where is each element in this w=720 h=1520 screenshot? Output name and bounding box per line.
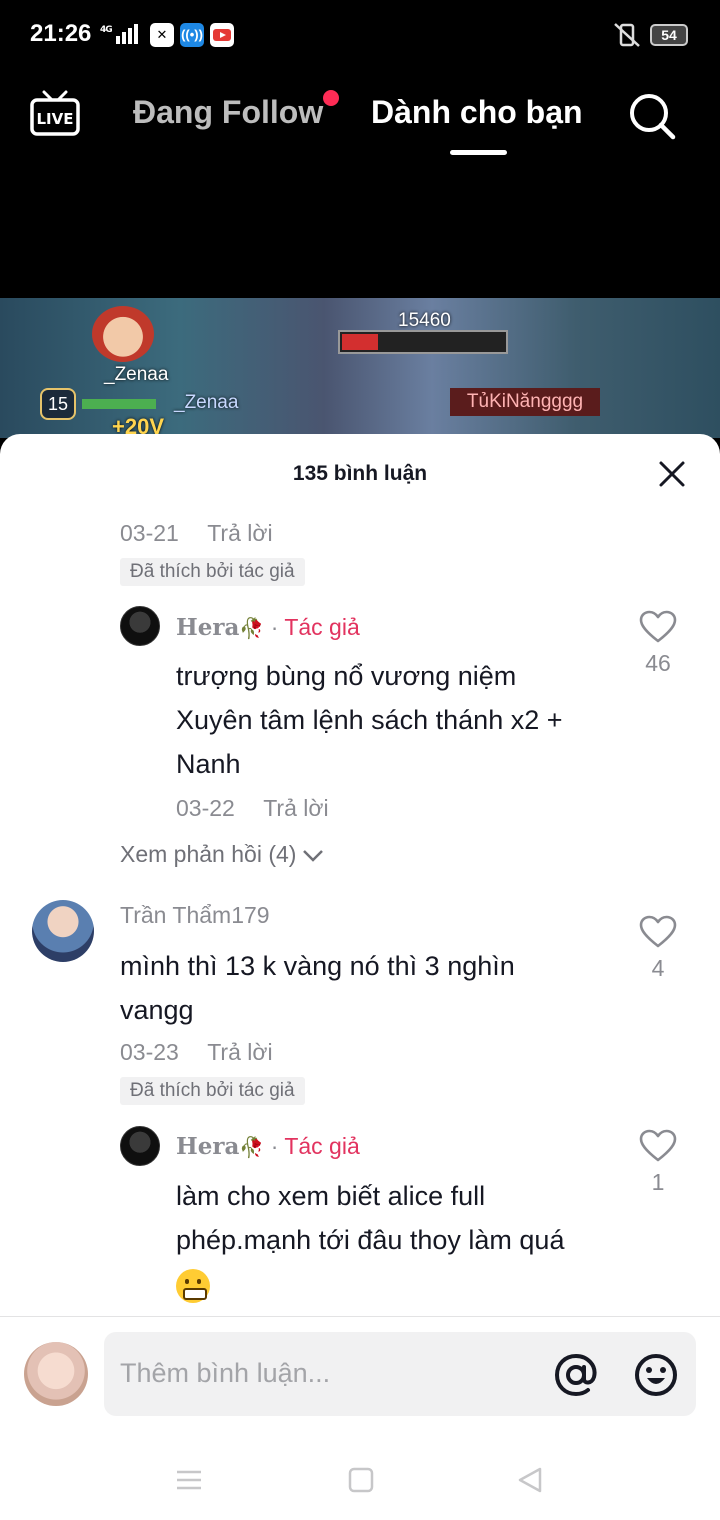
my-avatar <box>24 1342 88 1406</box>
boss-hp-value: 15460 <box>398 310 451 331</box>
comment-text: làm cho xem biết alice full phép.mạnh tớ… <box>176 1174 564 1306</box>
like-count: 4 <box>651 955 665 981</box>
comment-meta: 03-21 Trả lời <box>120 520 273 547</box>
comment-username[interactable]: Hera🥀 · Tác giả <box>176 614 360 641</box>
like-count: 46 <box>645 650 671 676</box>
avatar[interactable] <box>120 606 160 646</box>
comment-meta: 03-22 Trả lời <box>176 795 329 822</box>
level-badge: 15 <box>40 388 76 420</box>
divider <box>0 1316 720 1317</box>
vibrate-mute-icon <box>612 22 642 54</box>
avatar[interactable] <box>120 1126 160 1166</box>
comment-text: trượng bùng nổ vương niệm Xuyên tâm lệnh… <box>176 661 563 779</box>
like-button[interactable]: 1 <box>638 1129 678 1196</box>
youtube-icon <box>210 23 234 47</box>
like-button[interactable]: 46 <box>638 610 678 677</box>
mention-button[interactable] <box>554 1353 598 1397</box>
reply-button[interactable]: Trả lời <box>207 520 272 546</box>
heart-icon <box>639 1129 677 1162</box>
smiley-icon <box>635 1354 677 1396</box>
svg-text:LIVE: LIVE <box>37 110 74 128</box>
like-count: 1 <box>651 1169 665 1195</box>
at-sign-icon <box>554 1353 597 1397</box>
tab-following[interactable]: Đang Follow <box>133 94 323 131</box>
comment-input-placeholder: Thêm bình luận... <box>120 1358 331 1388</box>
hotspot-icon: ((•)) <box>180 23 204 47</box>
live-tv-icon: LIVE <box>30 90 80 136</box>
comments-count-title: 135 bình luận <box>292 462 428 485</box>
like-button[interactable]: 4 <box>638 915 678 982</box>
grimacing-emoji-icon <box>176 1268 210 1303</box>
health-bar <box>82 399 156 409</box>
clock: 21:26 <box>30 20 92 47</box>
reply-button[interactable]: Trả lời <box>207 1039 272 1065</box>
svg-text:4G: 4G <box>100 25 112 35</box>
comment-date: 03-23 <box>120 1039 179 1065</box>
battery-indicator: 54 <box>650 24 688 46</box>
search-icon <box>630 94 676 140</box>
liked-by-author-badge: Đã thích bởi tác giả <box>120 558 305 586</box>
status-bar: 21:26 4G ✕ ((•)) 54 <box>0 0 720 72</box>
signal-icon: 4G <box>100 22 140 52</box>
view-replies-button[interactable]: Xem phản hồi (4) <box>120 841 324 868</box>
close-icon <box>659 461 685 487</box>
system-navigation-bar <box>0 1448 720 1520</box>
chevron-down-icon <box>303 850 324 862</box>
author-tag: Tác giả <box>284 614 360 640</box>
hero-portrait <box>92 306 154 362</box>
comment-input[interactable]: Thêm bình luận... <box>104 1332 696 1416</box>
player-name-bar: _Zenaa <box>174 392 239 413</box>
liked-by-author-badge: Đã thích bởi tác giả <box>120 1077 305 1105</box>
comments-sheet: 135 bình luận 03-21 Trả lời Đã thích bởi… <box>0 434 720 1520</box>
home-icon[interactable] <box>347 1466 375 1494</box>
rose-icon: 🥀 <box>239 1137 265 1159</box>
rose-icon: 🥀 <box>239 618 265 640</box>
comment-meta: 03-23 Trả lời <box>120 1039 273 1066</box>
emoji-button[interactable] <box>634 1353 678 1397</box>
enemy-name-tag: TủKiNăngggg <box>450 388 600 416</box>
heart-icon <box>639 610 677 643</box>
close-button[interactable] <box>656 458 688 490</box>
capcut-icon: ✕ <box>150 23 174 47</box>
reply-button[interactable]: Trả lời <box>263 795 328 821</box>
comment-username[interactable]: Trần Thẩm179 <box>120 902 270 929</box>
live-button[interactable]: LIVE <box>30 90 80 138</box>
comment-text: mình thì 13 k vàng nó thì 3 nghìn vangg <box>120 951 515 1025</box>
avatar[interactable] <box>32 900 94 962</box>
video-player[interactable]: _Zenaa 15 _Zenaa +20V 15460 TủKiNăngggg <box>0 298 720 438</box>
player-name: _Zenaa <box>104 364 169 385</box>
comment-username[interactable]: Hera🥀 · Tác giả <box>176 1133 360 1160</box>
tab-for-you[interactable]: Dành cho bạn <box>371 94 583 131</box>
search-button[interactable] <box>628 92 676 140</box>
comment-date: 03-22 <box>176 795 235 821</box>
notification-dot <box>323 90 339 106</box>
active-tab-indicator <box>450 150 507 155</box>
boss-hp-bar <box>338 330 508 354</box>
menu-icon[interactable] <box>175 1466 203 1494</box>
author-tag: Tác giả <box>284 1133 360 1159</box>
comment-date: 03-21 <box>120 520 179 546</box>
heart-icon <box>639 915 677 948</box>
back-icon[interactable] <box>516 1466 544 1494</box>
